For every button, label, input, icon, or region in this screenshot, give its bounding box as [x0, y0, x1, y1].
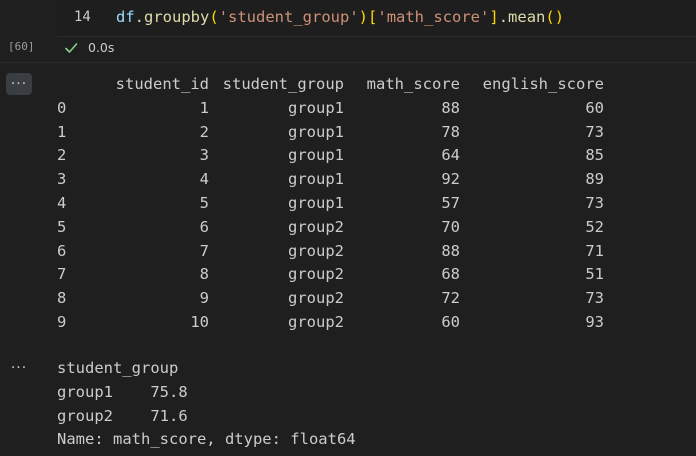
- row-index: 2: [57, 146, 67, 165]
- row-index: 4: [57, 193, 67, 212]
- index-header: [57, 73, 85, 97]
- table-cell: 9: [199, 289, 209, 308]
- table-cell: group1: [288, 193, 344, 212]
- series-name-line: student_group: [57, 359, 179, 377]
- code-token: df: [116, 8, 135, 26]
- code-token: mean: [508, 8, 546, 26]
- row-index: 3: [57, 170, 67, 189]
- column-header: math_score: [366, 75, 460, 93]
- series-value-line: group1 75.8: [57, 382, 188, 401]
- table-cell: 4: [199, 170, 209, 189]
- code-token: (): [545, 8, 565, 26]
- table-row: 4 5 group1 57 73: [57, 192, 604, 216]
- table-row: 0 1 group1 88 60: [57, 97, 604, 121]
- table-cell: 64: [441, 146, 460, 165]
- table-cell: 73: [585, 122, 604, 141]
- table-cell: 51: [585, 265, 604, 284]
- table-cell: 3: [199, 146, 209, 165]
- output-more-actions-button[interactable]: ···: [6, 357, 32, 379]
- table-cell: 1: [199, 98, 209, 117]
- code-token: [: [368, 8, 378, 26]
- column-header: student_id: [115, 75, 209, 93]
- dataframe-output: student_id student_group math_score engl…: [57, 73, 604, 335]
- cell-divider: [0, 62, 696, 63]
- table-cell: 93: [585, 312, 604, 331]
- table-row: 9 10 group2 60 93: [57, 311, 604, 335]
- table-cell: 85: [585, 146, 604, 165]
- table-cell: 68: [441, 265, 460, 284]
- table-cell: 10: [190, 312, 209, 331]
- table-cell: 92: [441, 170, 460, 189]
- table-cell: group2: [288, 241, 344, 260]
- table-row: 6 7 group2 88 71: [57, 240, 604, 264]
- table-row: 7 8 group2 68 51: [57, 263, 604, 287]
- code-cell-editor[interactable]: 14 df.groupby('student_group')['math_sco…: [57, 0, 696, 37]
- output-more-actions-button[interactable]: ···: [6, 73, 32, 95]
- table-cell: 57: [441, 193, 460, 212]
- table-cell: group2: [288, 289, 344, 308]
- code-token: 'student_group': [218, 8, 359, 26]
- column-header: student_group: [222, 75, 344, 93]
- table-cell: 70: [441, 217, 460, 236]
- code-token: 'math_score': [377, 8, 490, 26]
- table-cell: group1: [288, 170, 344, 189]
- row-index: 1: [57, 122, 67, 141]
- table-cell: 88: [441, 241, 460, 260]
- table-cell: 60: [441, 312, 460, 331]
- row-index: 9: [57, 312, 67, 331]
- table-cell: 72: [441, 289, 460, 308]
- execution-time: 0.0s: [88, 39, 115, 55]
- code-token: ): [358, 8, 369, 26]
- execution-count: [60]: [8, 40, 35, 53]
- table-row: 5 6 group2 70 52: [57, 216, 604, 240]
- row-index: 6: [57, 241, 67, 260]
- table-cell: 78: [441, 122, 460, 141]
- row-index: 0: [57, 98, 67, 117]
- table-row: 2 3 group1 64 85: [57, 144, 604, 168]
- check-icon: [64, 40, 78, 54]
- code-token: ]: [489, 8, 499, 26]
- table-cell: 5: [199, 193, 209, 212]
- table-cell: 7: [199, 241, 209, 260]
- table-cell: group1: [288, 122, 344, 141]
- table-row: 3 4 group1 92 89: [57, 168, 604, 192]
- column-header: english_score: [482, 75, 604, 93]
- table-row: 1 2 group1 78 73: [57, 121, 604, 145]
- table-cell: 52: [585, 217, 604, 236]
- table-cell: 73: [585, 193, 604, 212]
- table-cell: 6: [199, 217, 209, 236]
- series-dtype-line: Name: math_score, dtype: float64: [57, 430, 356, 449]
- table-row: 8 9 group2 72 73: [57, 287, 604, 311]
- table-cell: group2: [288, 265, 344, 284]
- table-cell: 88: [441, 98, 460, 117]
- table-cell: 89: [585, 170, 604, 189]
- code-token: .: [134, 8, 145, 26]
- row-index: 8: [57, 289, 67, 308]
- table-cell: 71: [585, 241, 604, 260]
- series-output: student_group group1 75.8 group2 71.6 Na…: [57, 357, 356, 452]
- table-cell: 2: [199, 122, 209, 141]
- row-index: 5: [57, 217, 67, 236]
- row-index: 7: [57, 265, 67, 284]
- notebook: 14 df.groupby('student_group')['math_sco…: [0, 0, 696, 456]
- code-line[interactable]: df.groupby('student_group')['math_score'…: [116, 8, 564, 26]
- table-cell: 8: [199, 265, 209, 284]
- code-token: .: [498, 8, 509, 26]
- execution-status: 0.0s: [64, 36, 114, 58]
- table-cell: group2: [288, 312, 344, 331]
- code-token: (: [209, 8, 219, 26]
- line-number: 14: [74, 9, 91, 25]
- dataframe-header-row: student_id student_group math_score engl…: [57, 73, 604, 97]
- code-token: groupby: [144, 8, 210, 26]
- table-cell: 60: [585, 98, 604, 117]
- table-cell: group2: [288, 217, 344, 236]
- table-cell: group1: [288, 146, 344, 165]
- series-value-line: group2 71.6: [57, 406, 188, 425]
- table-cell: 73: [585, 289, 604, 308]
- table-cell: group1: [288, 98, 344, 117]
